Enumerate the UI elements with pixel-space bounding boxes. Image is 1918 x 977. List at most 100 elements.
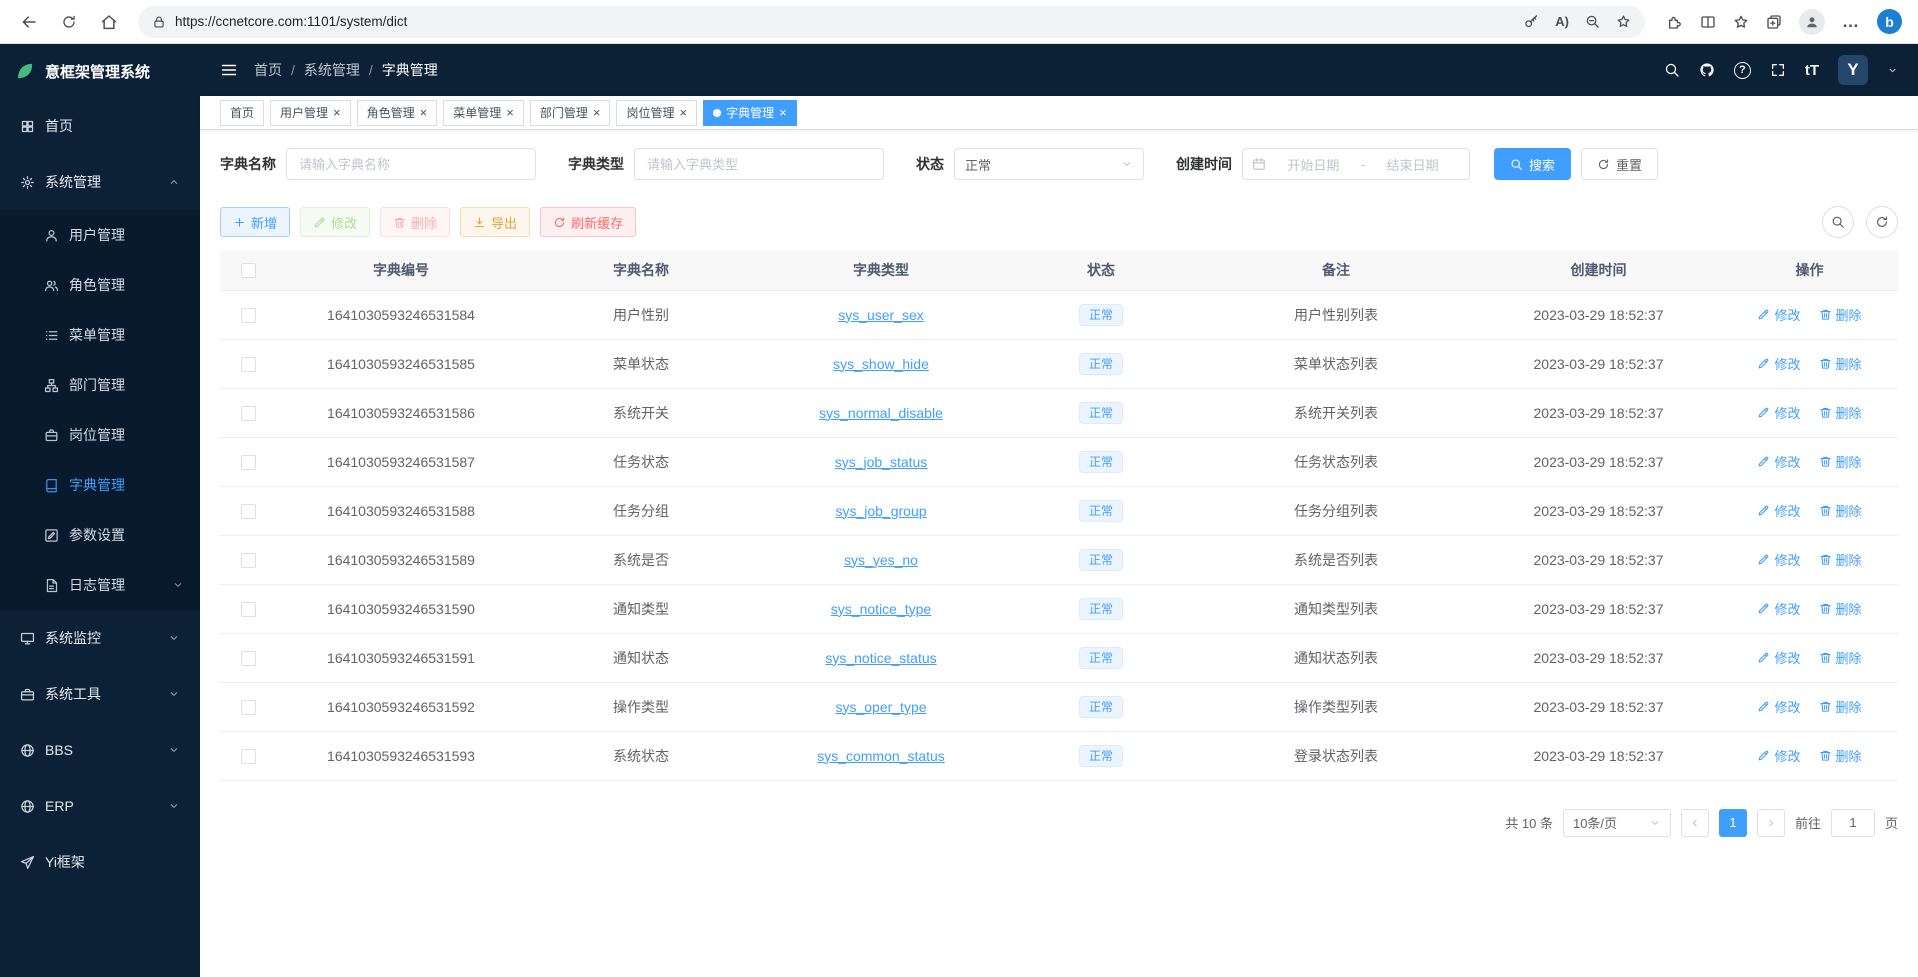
browser-home-button[interactable] — [92, 5, 126, 39]
refresh-table-button[interactable] — [1866, 206, 1898, 238]
delete-row-button[interactable]: 删除 — [1819, 305, 1862, 324]
status-select[interactable]: 正常 — [954, 148, 1144, 180]
edit-row-button[interactable]: 修改 — [1757, 697, 1800, 716]
tab-menu-management[interactable]: 菜单管理× — [443, 100, 524, 126]
delete-row-button[interactable]: 删除 — [1819, 648, 1862, 667]
add-button[interactable]: 新增 — [220, 207, 290, 237]
browser-menu-icon[interactable]: … — [1842, 12, 1860, 32]
delete-row-button[interactable]: 删除 — [1819, 746, 1862, 765]
tab-dict-management[interactable]: 字典管理× — [703, 100, 797, 126]
zoom-icon[interactable] — [1585, 14, 1600, 29]
help-icon[interactable]: ? — [1734, 62, 1751, 79]
delete-row-button[interactable]: 删除 — [1819, 697, 1862, 716]
date-range-picker[interactable]: 开始日期 - 结束日期 — [1242, 148, 1470, 180]
delete-row-button[interactable]: 删除 — [1819, 354, 1862, 373]
reset-button[interactable]: 重置 — [1581, 148, 1658, 180]
user-menu-chevron-icon[interactable] — [1887, 65, 1898, 76]
sidebar-item-post-management[interactable]: 岗位管理 — [0, 410, 200, 460]
favorites-icon[interactable] — [1733, 14, 1749, 30]
delete-button[interactable]: 删除 — [380, 207, 450, 237]
close-tab-icon[interactable]: × — [506, 106, 514, 119]
refresh-cache-button[interactable]: 刷新缓存 — [540, 207, 636, 237]
next-page-button[interactable] — [1757, 809, 1785, 837]
address-bar[interactable]: https://ccnetcore.com:1101/system/dict A… — [138, 6, 1645, 38]
edit-row-button[interactable]: 修改 — [1757, 501, 1800, 520]
header-search-icon[interactable] — [1664, 62, 1680, 78]
dict-type-link[interactable]: sys_notice_status — [825, 650, 936, 666]
edit-row-button[interactable]: 修改 — [1757, 550, 1800, 569]
row-checkbox[interactable] — [241, 749, 256, 764]
row-checkbox[interactable] — [241, 357, 256, 372]
sidebar-item-param-settings[interactable]: 参数设置 — [0, 510, 200, 560]
close-tab-icon[interactable]: × — [420, 106, 428, 119]
close-tab-icon[interactable]: × — [333, 106, 341, 119]
dict-name-input[interactable] — [286, 148, 536, 180]
row-checkbox[interactable] — [241, 455, 256, 470]
tab-user-management[interactable]: 用户管理× — [270, 100, 351, 126]
font-size-icon[interactable]: tT — [1805, 62, 1819, 79]
url-text[interactable]: https://ccnetcore.com:1101/system/dict — [175, 14, 1515, 29]
row-checkbox[interactable] — [241, 553, 256, 568]
dict-type-link[interactable]: sys_oper_type — [835, 699, 926, 715]
delete-row-button[interactable]: 删除 — [1819, 550, 1862, 569]
collapse-sidebar-icon[interactable] — [220, 61, 238, 79]
reload-button[interactable] — [52, 5, 86, 39]
extensions-icon[interactable] — [1667, 14, 1683, 30]
sidebar-item-bbs[interactable]: BBS — [0, 722, 200, 778]
tab-dept-management[interactable]: 部门管理× — [530, 100, 611, 126]
export-button[interactable]: 导出 — [460, 207, 530, 237]
sidebar-item-menu-management[interactable]: 菜单管理 — [0, 310, 200, 360]
dict-type-link[interactable]: sys_yes_no — [844, 552, 918, 568]
dict-type-link[interactable]: sys_notice_type — [831, 601, 931, 617]
sidebar-item-dept-management[interactable]: 部门管理 — [0, 360, 200, 410]
goto-page-input[interactable] — [1831, 809, 1875, 837]
delete-row-button[interactable]: 删除 — [1819, 599, 1862, 618]
dict-type-input[interactable] — [634, 148, 884, 180]
row-checkbox[interactable] — [241, 602, 256, 617]
breadcrumb-home[interactable]: 首页 — [254, 60, 282, 80]
edit-row-button[interactable]: 修改 — [1757, 452, 1800, 471]
sidebar-item-log-management[interactable]: 日志管理 — [0, 560, 200, 610]
bing-icon[interactable]: b — [1877, 9, 1902, 34]
edit-row-button[interactable]: 修改 — [1757, 403, 1800, 422]
search-button[interactable]: 搜索 — [1494, 148, 1571, 180]
github-icon[interactable] — [1699, 62, 1715, 78]
dict-type-link[interactable]: sys_normal_disable — [819, 405, 943, 421]
edit-button[interactable]: 修改 — [300, 207, 370, 237]
split-screen-icon[interactable] — [1700, 14, 1716, 30]
tab-home[interactable]: 首页 — [220, 100, 264, 126]
delete-row-button[interactable]: 删除 — [1819, 403, 1862, 422]
fullscreen-icon[interactable] — [1770, 62, 1786, 78]
sidebar-item-system-management[interactable]: 系统管理 — [0, 154, 200, 210]
delete-row-button[interactable]: 删除 — [1819, 452, 1862, 471]
row-checkbox[interactable] — [241, 651, 256, 666]
tab-post-management[interactable]: 岗位管理× — [616, 100, 697, 126]
row-checkbox[interactable] — [241, 406, 256, 421]
back-button[interactable] — [12, 5, 46, 39]
sidebar-item-erp[interactable]: ERP — [0, 778, 200, 834]
dict-type-link[interactable]: sys_common_status — [817, 748, 945, 764]
password-key-icon[interactable] — [1524, 14, 1539, 29]
collections-icon[interactable] — [1766, 14, 1782, 30]
edit-row-button[interactable]: 修改 — [1757, 746, 1800, 765]
row-checkbox[interactable] — [241, 504, 256, 519]
sidebar-item-system-tools[interactable]: 系统工具 — [0, 666, 200, 722]
start-date-placeholder[interactable]: 开始日期 — [1266, 155, 1361, 174]
sidebar-item-home[interactable]: 首页 — [0, 98, 200, 154]
favorite-star-icon[interactable] — [1616, 14, 1631, 29]
page-1-button[interactable]: 1 — [1719, 809, 1747, 837]
user-avatar[interactable]: Y — [1838, 55, 1868, 85]
dict-type-link[interactable]: sys_job_group — [835, 503, 926, 519]
close-tab-icon[interactable]: × — [779, 106, 787, 119]
close-tab-icon[interactable]: × — [679, 106, 687, 119]
edit-row-button[interactable]: 修改 — [1757, 354, 1800, 373]
row-checkbox[interactable] — [241, 700, 256, 715]
sidebar-item-yi-framework[interactable]: Yi框架 — [0, 834, 200, 890]
dict-type-link[interactable]: sys_job_status — [835, 454, 928, 470]
edit-row-button[interactable]: 修改 — [1757, 599, 1800, 618]
tab-role-management[interactable]: 角色管理× — [357, 100, 438, 126]
page-size-select[interactable]: 10条/页 — [1563, 809, 1671, 837]
delete-row-button[interactable]: 删除 — [1819, 501, 1862, 520]
row-checkbox[interactable] — [241, 308, 256, 323]
profile-avatar[interactable] — [1799, 9, 1825, 35]
